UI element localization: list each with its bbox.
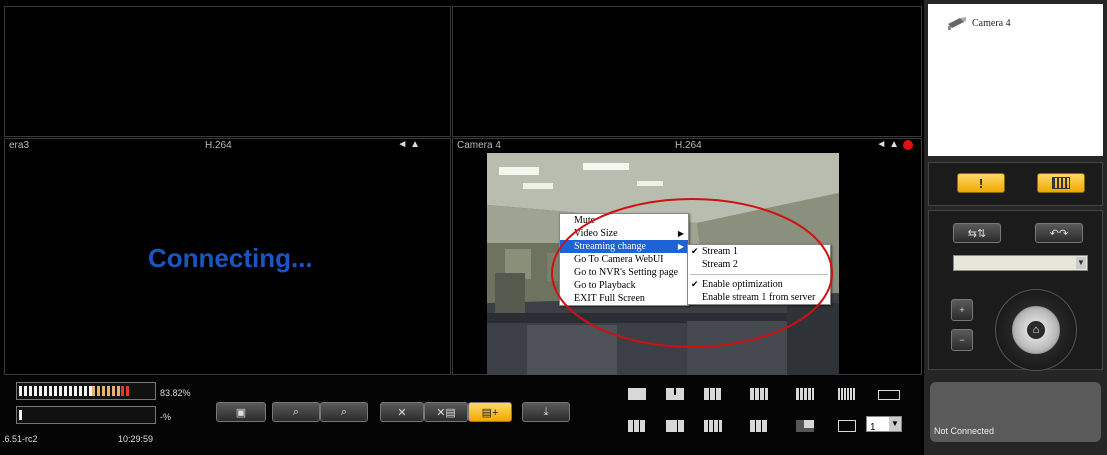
record-indicator-icon	[903, 140, 913, 150]
alarm-label: !	[978, 175, 984, 191]
ptz-zoom-out-button[interactable]: −	[951, 329, 973, 351]
dropdown-arrow-icon: ▼	[889, 417, 901, 431]
layout-3x3-button[interactable]	[704, 388, 722, 400]
zoom-out-magnifier-icon: ⌕	[292, 405, 300, 418]
zoom-in-icon: +	[959, 305, 965, 315]
pane-header: Camera 4 H.264 ◄ ▲	[453, 139, 921, 153]
tree-item-label: Camera 4	[972, 17, 1011, 29]
ptz-rotate-button[interactable]: ↶↷	[1035, 223, 1083, 243]
connecting-status: Connecting...	[148, 243, 313, 273]
layout-1plus9-button[interactable]	[704, 420, 722, 432]
home-icon: ⌂	[1027, 321, 1045, 339]
cpu-usage-percent: 83.82%	[160, 388, 191, 398]
layout-6x6-button[interactable]	[838, 388, 856, 400]
video-pane-1[interactable]	[4, 6, 451, 137]
close-all-button[interactable]: ✕▤	[424, 402, 468, 422]
tree-item-camera-4[interactable]: Camera 4	[946, 16, 1011, 30]
rotate-icon: ↶↷	[1049, 227, 1069, 240]
alarm-section: !	[928, 162, 1103, 206]
cpu-usage-bar	[16, 382, 156, 400]
camera-tree: Camera 4	[928, 4, 1103, 156]
snapshot-button[interactable]: ▣	[216, 402, 266, 422]
add-view-button[interactable]: ▤+	[468, 402, 512, 422]
ptz-section: ⇆⇅ ↶↷ ▼ + − ⌂	[928, 210, 1103, 371]
codec-label: H.264	[675, 140, 702, 151]
zoom-out-view-button[interactable]: ⌕	[272, 402, 320, 422]
download-button[interactable]: ⤓	[522, 402, 570, 422]
layout-1plus12-button[interactable]	[750, 420, 768, 432]
close-icon: ✕	[397, 406, 407, 419]
event-icon	[1052, 177, 1070, 189]
ptz-preset-button[interactable]: ⇆⇅	[953, 223, 1001, 243]
layout-1plus7-button[interactable]	[666, 420, 684, 432]
video-pane-3[interactable]: era3 H.264 ◄ ▲ Connecting...	[4, 138, 451, 375]
ptz-preset-value	[954, 261, 957, 271]
camera-name: Camera 4	[457, 140, 501, 151]
pane-header: era3 H.264 ◄ ▲	[5, 139, 450, 153]
download-icon: ⤓	[543, 405, 549, 418]
layout-fullscreen-button[interactable]	[838, 420, 856, 432]
camera-name: era3	[9, 140, 30, 151]
cpu-usage-fill-peak	[121, 386, 131, 396]
audio-alert-icons[interactable]: ◄ ▲	[397, 139, 420, 150]
layout-1x1-button[interactable]	[628, 388, 646, 400]
codec-label: H.264	[205, 140, 232, 151]
bottom-toolbar: 83.82% -% .6.51-rc2 10:29:59 ▣ ⌕ ⌕ ✕ ✕▤ …	[0, 376, 922, 455]
layout-select[interactable]: 1 ▼	[866, 416, 902, 433]
connection-status-box: Not Connected	[930, 382, 1101, 442]
camera-snapshot-icon: ▣	[235, 406, 247, 419]
right-control-panel: Camera 4 ! ⇆⇅ ↶↷ ▼ + − ⌂ Not Connected	[924, 0, 1107, 455]
ptz-arrows-icon: ⇆⇅	[967, 227, 987, 240]
zoom-in-magnifier-icon: ⌕	[340, 405, 348, 418]
video-pane-4[interactable]: Camera 4 H.264 ◄ ▲ Mute Video Size ▶ Str…	[452, 138, 922, 375]
alarm-button[interactable]: !	[957, 173, 1005, 193]
camera-icon	[946, 16, 968, 30]
layout-custom-button[interactable]	[878, 390, 900, 400]
secondary-usage-percent: -%	[160, 412, 171, 422]
close-view-button[interactable]: ✕	[380, 402, 424, 422]
secondary-usage-bar	[16, 406, 156, 424]
layout-select-value: 1	[870, 422, 876, 433]
video-pane-2[interactable]	[452, 6, 922, 137]
ptz-preset-dropdown[interactable]: ▼	[953, 255, 1088, 271]
layout-1plus5-button[interactable]	[628, 420, 646, 432]
ptz-joystick[interactable]: ⌂	[995, 289, 1077, 371]
layout-2x2-button[interactable]	[666, 388, 684, 400]
event-button[interactable]	[1037, 173, 1085, 193]
add-view-icon: ▤+	[481, 406, 499, 419]
cpu-usage-fill	[19, 386, 131, 396]
ptz-home-button[interactable]: ⌂	[1012, 306, 1060, 354]
ptz-zoom-in-button[interactable]: +	[951, 299, 973, 321]
highlight-ellipse	[551, 198, 833, 348]
version-label: .6.51-rc2	[2, 434, 38, 444]
connection-status-text: Not Connected	[934, 426, 995, 436]
secondary-usage-fill	[19, 410, 22, 420]
layout-5x5-button[interactable]	[796, 388, 814, 400]
close-all-icon: ✕▤	[436, 406, 456, 419]
audio-alert-icons[interactable]: ◄ ▲	[876, 139, 899, 150]
layout-4x4-button[interactable]	[750, 388, 768, 400]
zoom-in-view-button[interactable]: ⌕	[320, 402, 368, 422]
dropdown-arrow-icon: ▼	[1076, 257, 1086, 269]
layout-pip-button[interactable]	[796, 420, 814, 432]
clock-label: 10:29:59	[118, 434, 154, 444]
zoom-out-icon: −	[959, 335, 965, 345]
